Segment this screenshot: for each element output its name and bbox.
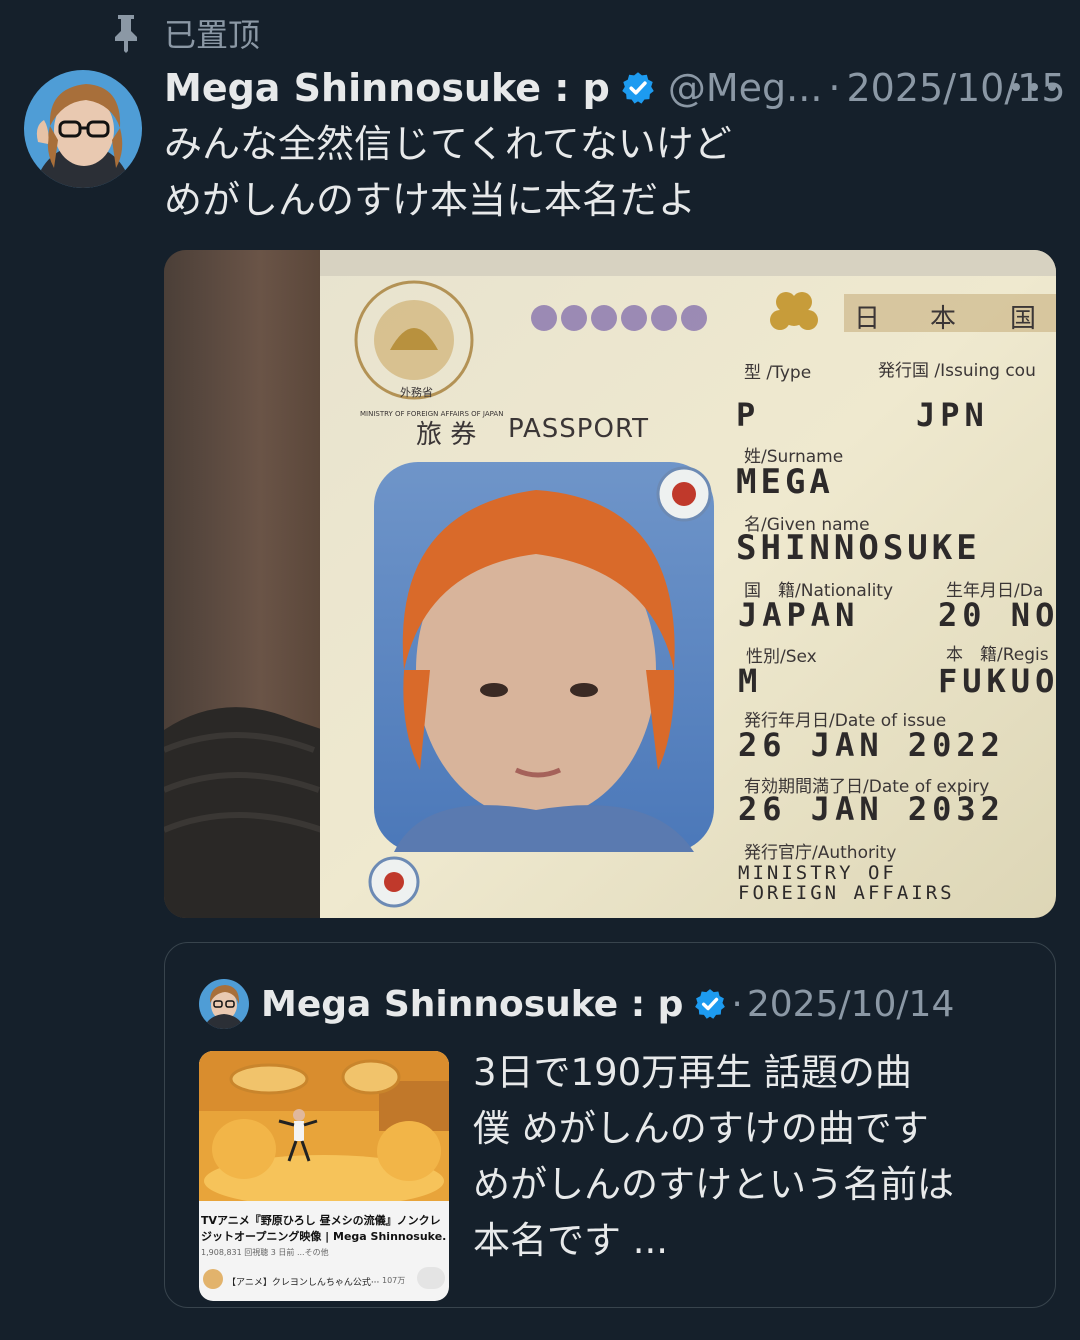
tweet-photo[interactable]: 日 本 国 MINISTRY OF FOREIGN AFFAIRS OF JAP… (164, 250, 1056, 918)
quoted-text-line: 僕 めがしんのすけの曲です (473, 1107, 929, 1150)
passport-dob-value: 20 NO (938, 596, 1056, 634)
passport-header-char: 本 (930, 304, 957, 334)
channel-avatar-icon (203, 1269, 223, 1289)
passport-surname-value: MEGA (736, 462, 834, 502)
passport-type-value: P (736, 396, 761, 434)
separator-dot: · (828, 66, 841, 110)
video-title-line: TVアニメ『野原ひろし 昼メシの流儀』ノンクレ (201, 1214, 441, 1227)
video-thumbnail-illustration (199, 1051, 449, 1201)
passport-authority-line2: FOREIGN AFFAIRS (738, 882, 955, 904)
tweet-text-line: みんな全然信じてくれてないけど (164, 122, 732, 166)
separator-dot: · (731, 983, 743, 1025)
passport-authority-label: 発行官庁/Authority (744, 843, 897, 863)
passport-title-jp: 旅 券 (416, 420, 477, 450)
passport-registered-value: FUKUO (938, 662, 1056, 700)
passport-expiry-value: 26 JAN 2032 (738, 790, 1005, 828)
passport-issuing-value: JPN (916, 396, 989, 434)
bell-icon (417, 1267, 445, 1289)
verified-badge-icon (622, 72, 654, 104)
more-options-button[interactable] (1012, 72, 1056, 102)
verified-badge-icon (695, 989, 726, 1019)
passport-type-label: 型 /Type (744, 363, 812, 383)
passport-sex-value: M (738, 662, 763, 700)
passport-issuing-label: 発行国 /Issuing cou (878, 361, 1036, 381)
passport-authority-line1: MINISTRY OF (738, 862, 897, 884)
passport-given-value: SHINNOSUKE (736, 528, 981, 568)
quoted-tweet-header: Mega Shinnosuke : p · 2025/10/14 (261, 977, 954, 1031)
quoted-text-line: めがしんのすけという名前は (473, 1163, 954, 1206)
video-subscribers: 107万 (382, 1276, 406, 1285)
video-title-line: ジットオープニング映像 | Mega Shinnosuke... (201, 1230, 447, 1243)
quoted-text-line: 本名です ... (473, 1219, 669, 1262)
video-meta: 1,908,831 回視聴 3 日前 ...その他 (201, 1248, 329, 1257)
author-handle[interactable]: @Meg... (668, 66, 823, 110)
passport-header-char: 日 (854, 304, 881, 334)
author-avatar[interactable] (24, 70, 142, 188)
quoted-tweet-date[interactable]: 2025/10/14 (747, 984, 955, 1025)
tweet-text-line: めがしんのすけ本当に本名だよ (164, 178, 697, 222)
passport-nationality-value: JAPAN (738, 596, 860, 634)
passport-issue-value: 26 JAN 2022 (738, 726, 1005, 764)
passport-seal-sub: 外務省 (400, 386, 433, 399)
quoted-text-line: 3日で190万再生 話題の曲 (473, 1051, 912, 1094)
more-dot-icon (1048, 83, 1056, 91)
quoted-author-display-name[interactable]: Mega Shinnosuke : p (261, 984, 683, 1025)
tweet-text: みんな全然信じてくれてないけど めがしんのすけ本当に本名だよ (164, 116, 1044, 228)
more-dot-icon (1030, 83, 1038, 91)
quoted-author-avatar[interactable] (199, 979, 249, 1029)
video-title: TVアニメ『野原ひろし 昼メシの流儀』ノンクレ ジットオープニング映像 | Me… (201, 1213, 447, 1245)
more-dot-icon (1012, 83, 1020, 91)
pinned-label: 已置顶 (164, 16, 261, 54)
pin-icon (115, 15, 137, 53)
tweet-header: Mega Shinnosuke : p @Meg... · 2025/10/15 (164, 60, 1066, 116)
passport-header-char: 国 (1010, 304, 1037, 334)
quoted-tweet-text: 3日で190万再生 話題の曲 僕 めがしんのすけの曲です めがしんのすけという名… (473, 1045, 1033, 1269)
author-display-name[interactable]: Mega Shinnosuke : p (164, 66, 610, 110)
pinned-indicator: 已置顶 (110, 10, 260, 56)
video-channel: 【アニメ】クレヨンしんちゃん公式··· (227, 1278, 380, 1288)
quoted-tweet[interactable]: Mega Shinnosuke : p · 2025/10/14 TVアニメ『野… (164, 942, 1056, 1308)
quoted-media-thumbnail[interactable]: TVアニメ『野原ひろし 昼メシの流儀』ノンクレ ジットオープニング映像 | Me… (199, 1051, 449, 1301)
passport-title-en: PASSPORT (508, 414, 650, 444)
